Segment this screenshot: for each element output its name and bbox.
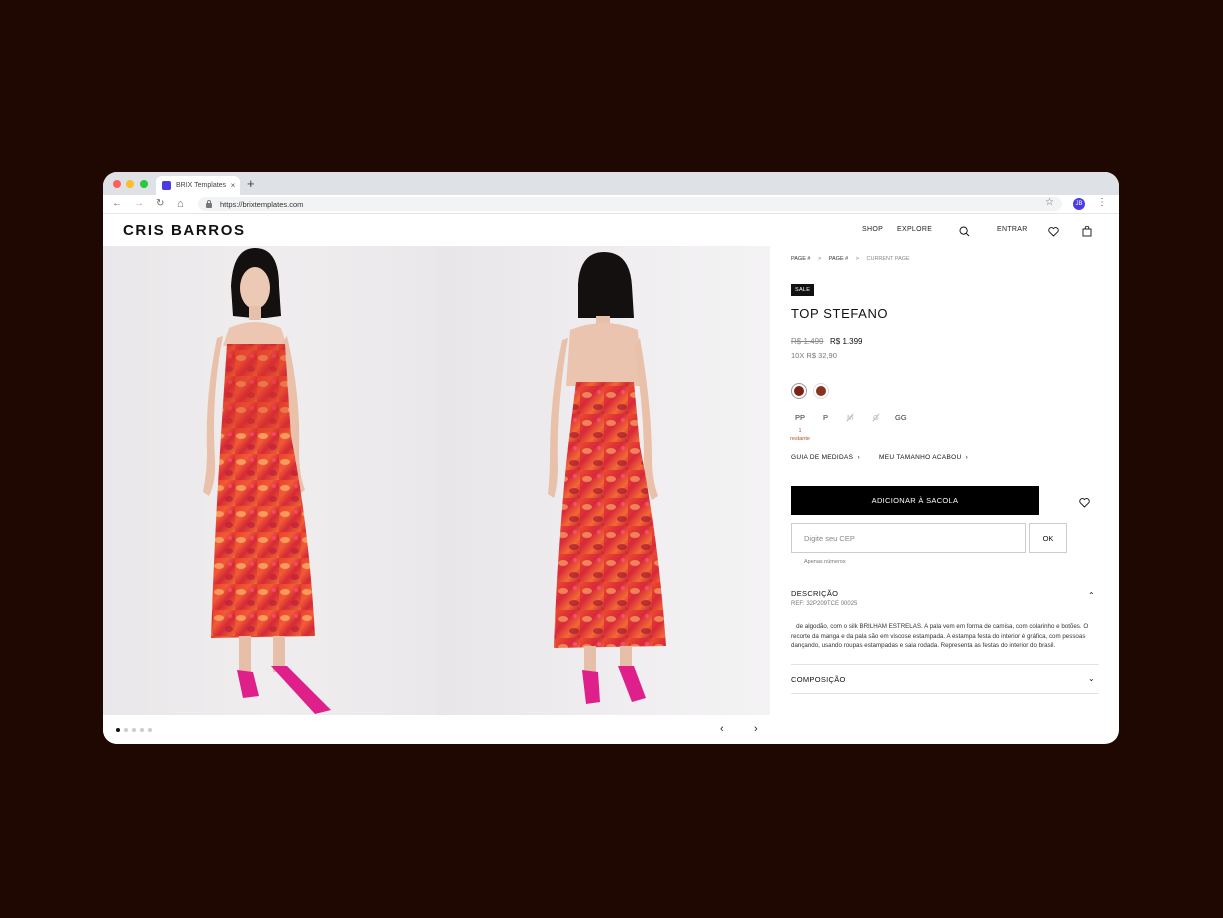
site-header: CRIS BARROS SHOP EXPLORE ENTRAR — [103, 215, 1119, 246]
size-option-pp[interactable]: PP — [795, 413, 805, 422]
product-photo-back[interactable] — [436, 246, 770, 715]
lock-icon — [206, 199, 212, 208]
original-price: R$ 1.499 — [791, 337, 824, 346]
size-out-label: MEU TAMANHO ACABOU — [879, 454, 962, 461]
brix-favicon-icon — [162, 181, 171, 190]
gallery-dot-2[interactable] — [124, 728, 128, 732]
minimize-window-button[interactable] — [126, 180, 134, 188]
login-link[interactable]: ENTRAR — [997, 226, 1028, 233]
browser-window: BRIX Templates × + ← → ↻ ⌂ https://brixt… — [103, 172, 1119, 744]
chevron-up-icon[interactable]: ⌃ — [1088, 591, 1095, 600]
maximize-window-button[interactable] — [140, 180, 148, 188]
gallery-dot-3[interactable] — [132, 728, 136, 732]
composition-toggle[interactable]: COMPOSIÇÃO — [791, 675, 846, 684]
gallery-dot-5[interactable] — [148, 728, 152, 732]
browser-menu-icon[interactable]: ⋮ — [1097, 197, 1107, 208]
back-arrow-icon[interactable]: ← — [112, 198, 122, 210]
gallery-pagination: ‹ › — [103, 715, 770, 744]
size-guide-link[interactable]: GUIA DE MEDIDAS › — [791, 454, 860, 461]
product-panel: PAGE # > PAGE # > CURRENT PAGE SALE TOP … — [790, 246, 1101, 744]
forward-arrow-icon[interactable]: → — [134, 198, 144, 210]
chevron-right-icon: › — [857, 454, 860, 461]
sale-badge: SALE — [791, 284, 815, 296]
installments-text: 10X R$ 32,90 — [791, 351, 837, 360]
nav-shop[interactable]: SHOP — [862, 226, 883, 233]
divider — [791, 693, 1099, 694]
heart-icon[interactable] — [1048, 224, 1059, 242]
size-option-gg[interactable]: GG — [895, 413, 907, 422]
size-option-m-unavailable: M — [847, 413, 854, 422]
breadcrumb-current: CURRENT PAGE — [866, 256, 910, 262]
gallery-dot-4[interactable] — [140, 728, 144, 732]
gallery-next-icon[interactable]: › — [754, 723, 758, 735]
search-icon[interactable] — [959, 224, 970, 242]
cep-input[interactable]: Digite seu CEP — [791, 523, 1026, 553]
brand-logo[interactable]: CRIS BARROS — [123, 222, 246, 239]
reload-icon[interactable]: ↻ — [156, 198, 164, 210]
gallery-dot-1[interactable] — [116, 728, 120, 732]
color-swatch-1[interactable] — [791, 383, 807, 399]
color-swatch-2[interactable] — [813, 383, 829, 399]
browser-toolbar: ← → ↻ ⌂ https://brixtemplates.com ☆ JB ⋮ — [103, 195, 1119, 214]
chevron-right-icon: › — [965, 454, 969, 461]
size-guide-label: GUIA DE MEDIDAS — [791, 454, 854, 461]
browser-tab[interactable]: BRIX Templates × — [156, 176, 240, 195]
cep-ok-button[interactable]: OK — [1029, 523, 1067, 553]
description-toggle[interactable]: DESCRIÇÃO — [791, 589, 838, 598]
tab-title: BRIX Templates — [176, 182, 227, 189]
size-option-p[interactable]: P — [823, 413, 828, 422]
product-reference: REF: 32P209TCE 00025 — [791, 601, 858, 607]
breadcrumb-item-2[interactable]: PAGE # — [829, 256, 848, 262]
new-tab-button[interactable]: + — [247, 177, 255, 190]
profile-avatar[interactable]: JB — [1073, 198, 1085, 210]
chevron-down-icon[interactable]: ⌄ — [1088, 674, 1095, 683]
product-gallery — [103, 246, 770, 715]
tab-close-icon[interactable]: × — [228, 181, 238, 190]
nav-explore[interactable]: EXPLORE — [897, 226, 932, 233]
shopping-bag-icon[interactable] — [1082, 224, 1092, 242]
breadcrumb: PAGE # > PAGE # > CURRENT PAGE — [791, 256, 916, 262]
product-photo-front[interactable] — [103, 246, 436, 715]
gallery-prev-icon[interactable]: ‹ — [720, 723, 724, 735]
breadcrumb-separator: > — [855, 256, 859, 262]
url-text: https://brixtemplates.com — [220, 199, 304, 209]
cep-hint: Apenas números — [804, 559, 846, 565]
add-to-bag-button[interactable]: ADICIONAR À SACOLA — [791, 486, 1039, 515]
size-option-g-unavailable: G — [873, 413, 879, 422]
breadcrumb-item-1[interactable]: PAGE # — [791, 256, 810, 262]
description-text: de algodão, com o silk BRILHAM ESTRELAS.… — [791, 622, 1097, 651]
stock-remaining-text: 1 restante — [790, 428, 810, 442]
tab-bar: BRIX Templates × + — [103, 172, 1119, 195]
description-body: de algodão, com o silk BRILHAM ESTRELAS.… — [791, 623, 1089, 650]
breadcrumb-separator: > — [818, 256, 822, 262]
divider — [791, 664, 1099, 665]
address-bar[interactable]: https://brixtemplates.com ☆ — [198, 197, 1062, 211]
close-window-button[interactable] — [113, 180, 121, 188]
size-out-link[interactable]: MEU TAMANHO ACABOU › — [879, 454, 968, 461]
home-icon[interactable]: ⌂ — [177, 198, 184, 210]
sale-price: R$ 1.399 — [830, 337, 863, 346]
product-title: TOP STEFANO — [791, 306, 889, 321]
bookmark-star-icon[interactable]: ☆ — [1045, 197, 1054, 208]
wishlist-heart-icon[interactable] — [1079, 495, 1090, 513]
